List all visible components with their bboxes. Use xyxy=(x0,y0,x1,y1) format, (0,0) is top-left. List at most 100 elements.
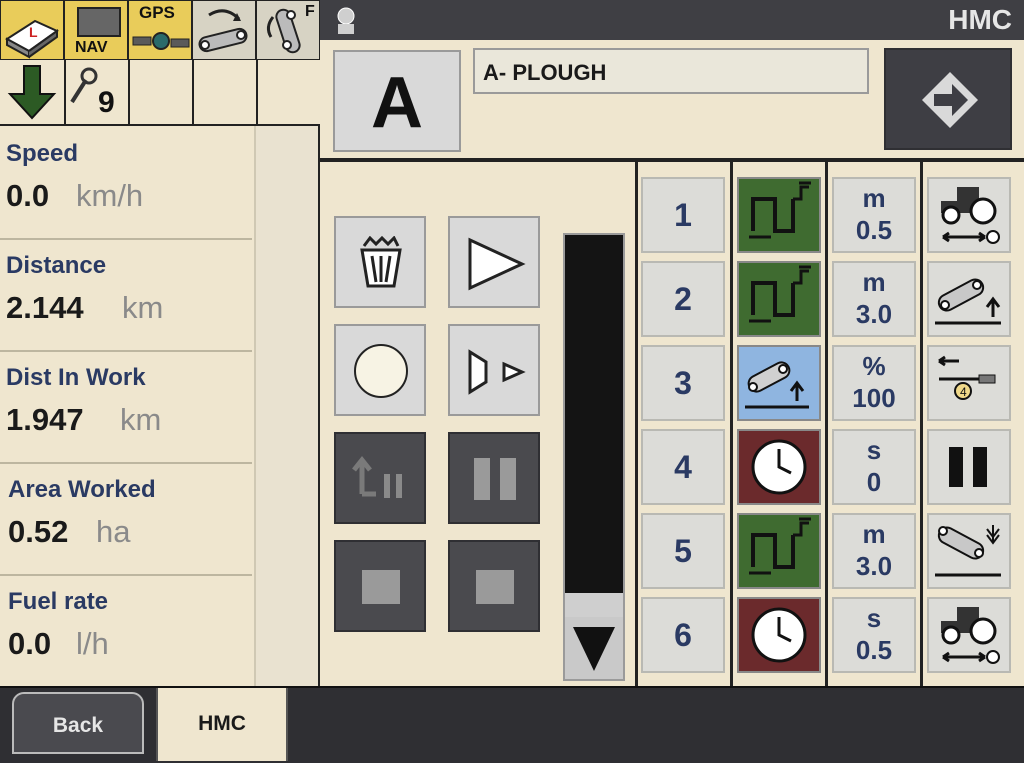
back-tab[interactable]: Back xyxy=(12,692,144,754)
step-action-tractor-distance[interactable] xyxy=(927,597,1011,673)
step-amount: 0 xyxy=(866,467,882,497)
step-action-implement-lower[interactable] xyxy=(927,513,1011,589)
down-arrow-icon[interactable] xyxy=(4,64,60,120)
readout-unit: km xyxy=(122,290,164,325)
step-action-pause[interactable] xyxy=(927,429,1011,505)
readout-label: Distance xyxy=(6,252,107,279)
step-value[interactable]: s 0.5 xyxy=(832,597,916,673)
tractor-distance-icon xyxy=(929,599,1009,676)
step-amount: 100 xyxy=(852,383,896,413)
stop-button[interactable] xyxy=(334,540,426,632)
step-unit: m xyxy=(862,183,886,213)
scroll-down-button[interactable] xyxy=(565,617,623,679)
step-amount: 3.0 xyxy=(855,551,893,581)
step-value[interactable]: % 100 xyxy=(832,345,916,421)
scrollbar-track[interactable] xyxy=(563,233,625,681)
step-amount: 0.5 xyxy=(855,215,893,245)
step-status-implement-raise[interactable] xyxy=(737,345,821,421)
play-icon xyxy=(468,237,526,291)
header-title: HMC xyxy=(948,4,1012,35)
scrollbar-thumb[interactable] xyxy=(565,235,623,593)
operator-icon xyxy=(337,7,355,34)
step-value[interactable]: m 3.0 xyxy=(832,513,916,589)
step-value[interactable]: s0 xyxy=(832,429,916,505)
book-icon[interactable]: L xyxy=(0,0,64,60)
timer-icon xyxy=(739,431,819,508)
timer-icon xyxy=(739,599,819,676)
readout-unit: ha xyxy=(96,514,131,549)
step-status-headland-turn[interactable] xyxy=(737,513,821,589)
step-value[interactable]: m 3.0 xyxy=(832,261,916,337)
step-number[interactable]: 2 xyxy=(641,261,725,337)
readout-distance: Distance 2.144 km xyxy=(0,238,252,352)
circle-icon xyxy=(354,344,408,398)
back-label: Back xyxy=(52,714,104,737)
readout-fuel-rate: Fuel rate 0.0 l/h xyxy=(0,574,252,686)
return-pause-icon xyxy=(352,455,402,498)
grid-divider xyxy=(920,162,923,687)
front-hitch-icon[interactable]: F xyxy=(256,0,320,60)
tab-label: HMC xyxy=(198,712,246,735)
record-button[interactable] xyxy=(334,324,426,416)
step-action-tractor-distance[interactable] xyxy=(927,177,1011,253)
step-number[interactable]: 6 xyxy=(641,597,725,673)
hitch-position-icon: 4 xyxy=(929,347,1009,424)
tab-hmc[interactable]: HMC xyxy=(156,688,288,761)
step-action-implement-raise[interactable] xyxy=(927,261,1011,337)
status-row: 9 xyxy=(0,60,320,126)
step-status-headland-turn[interactable] xyxy=(737,177,821,253)
sequence-letter-button[interactable]: A xyxy=(333,50,461,152)
headland-turn-icon[interactable] xyxy=(192,0,256,60)
step-number[interactable]: 3 xyxy=(641,345,725,421)
step-action-hitch-position[interactable]: 4 xyxy=(927,345,1011,421)
play-button[interactable] xyxy=(448,216,540,308)
readout-label: Area Worked xyxy=(8,476,156,503)
readout-value: 1.947 xyxy=(6,402,84,437)
nav-label: NAV xyxy=(75,39,108,56)
gps-satellite-icon[interactable]: GPS xyxy=(128,0,192,60)
implement-raise-icon xyxy=(739,347,819,424)
wrench-icon[interactable] xyxy=(68,66,98,106)
headland-turn-icon xyxy=(739,179,819,256)
sequence-name-field[interactable]: A- PLOUGH xyxy=(473,48,869,94)
step-number[interactable]: 4 xyxy=(641,429,725,505)
implement-lower-icon xyxy=(929,515,1009,592)
sidebar-spacer xyxy=(254,126,320,686)
pause-button[interactable] xyxy=(448,432,540,524)
step-number[interactable]: 5 xyxy=(641,513,725,589)
down-triangle-icon xyxy=(573,627,615,671)
headland-turn-icon xyxy=(739,515,819,592)
wrench-count: 9 xyxy=(98,86,115,119)
step-play-icon xyxy=(468,349,526,395)
step-amount: 0.5 xyxy=(855,635,893,665)
step-value[interactable]: m 0.5 xyxy=(832,177,916,253)
step-status-headland-turn[interactable] xyxy=(737,261,821,337)
step-status-timer[interactable] xyxy=(737,597,821,673)
readout-unit: km xyxy=(120,402,162,437)
delete-sequence-button[interactable] xyxy=(334,216,426,308)
step-pause-button[interactable] xyxy=(334,432,426,524)
grid-divider xyxy=(635,162,638,687)
readout-label: Dist In Work xyxy=(6,364,146,391)
step-number[interactable]: 1 xyxy=(641,177,725,253)
headland-turn-icon xyxy=(739,263,819,340)
tractor-distance-icon xyxy=(929,179,1009,256)
readout-label: Fuel rate xyxy=(8,588,109,615)
enter-arrow-button[interactable] xyxy=(884,48,1012,150)
readout-unit: l/h xyxy=(76,626,109,661)
readout-speed: Speed 0.0 km/h xyxy=(0,126,252,240)
front-label: F xyxy=(305,3,315,20)
implement-raise-icon xyxy=(929,263,1009,340)
readout-value: 0.0 xyxy=(8,626,52,661)
sequence-letter: A xyxy=(371,63,423,143)
trash-icon xyxy=(360,236,402,288)
svg-text:L: L xyxy=(29,24,38,40)
step-forward-button[interactable] xyxy=(448,324,540,416)
step-status-timer[interactable] xyxy=(737,429,821,505)
nav-display-icon[interactable]: NAV xyxy=(64,0,128,60)
diamond-arrow-icon xyxy=(922,72,978,128)
readout-label: Speed xyxy=(6,140,79,167)
readout-unit: km/h xyxy=(76,178,144,213)
readout-value: 2.144 xyxy=(6,290,84,325)
stop-all-button[interactable] xyxy=(448,540,540,632)
